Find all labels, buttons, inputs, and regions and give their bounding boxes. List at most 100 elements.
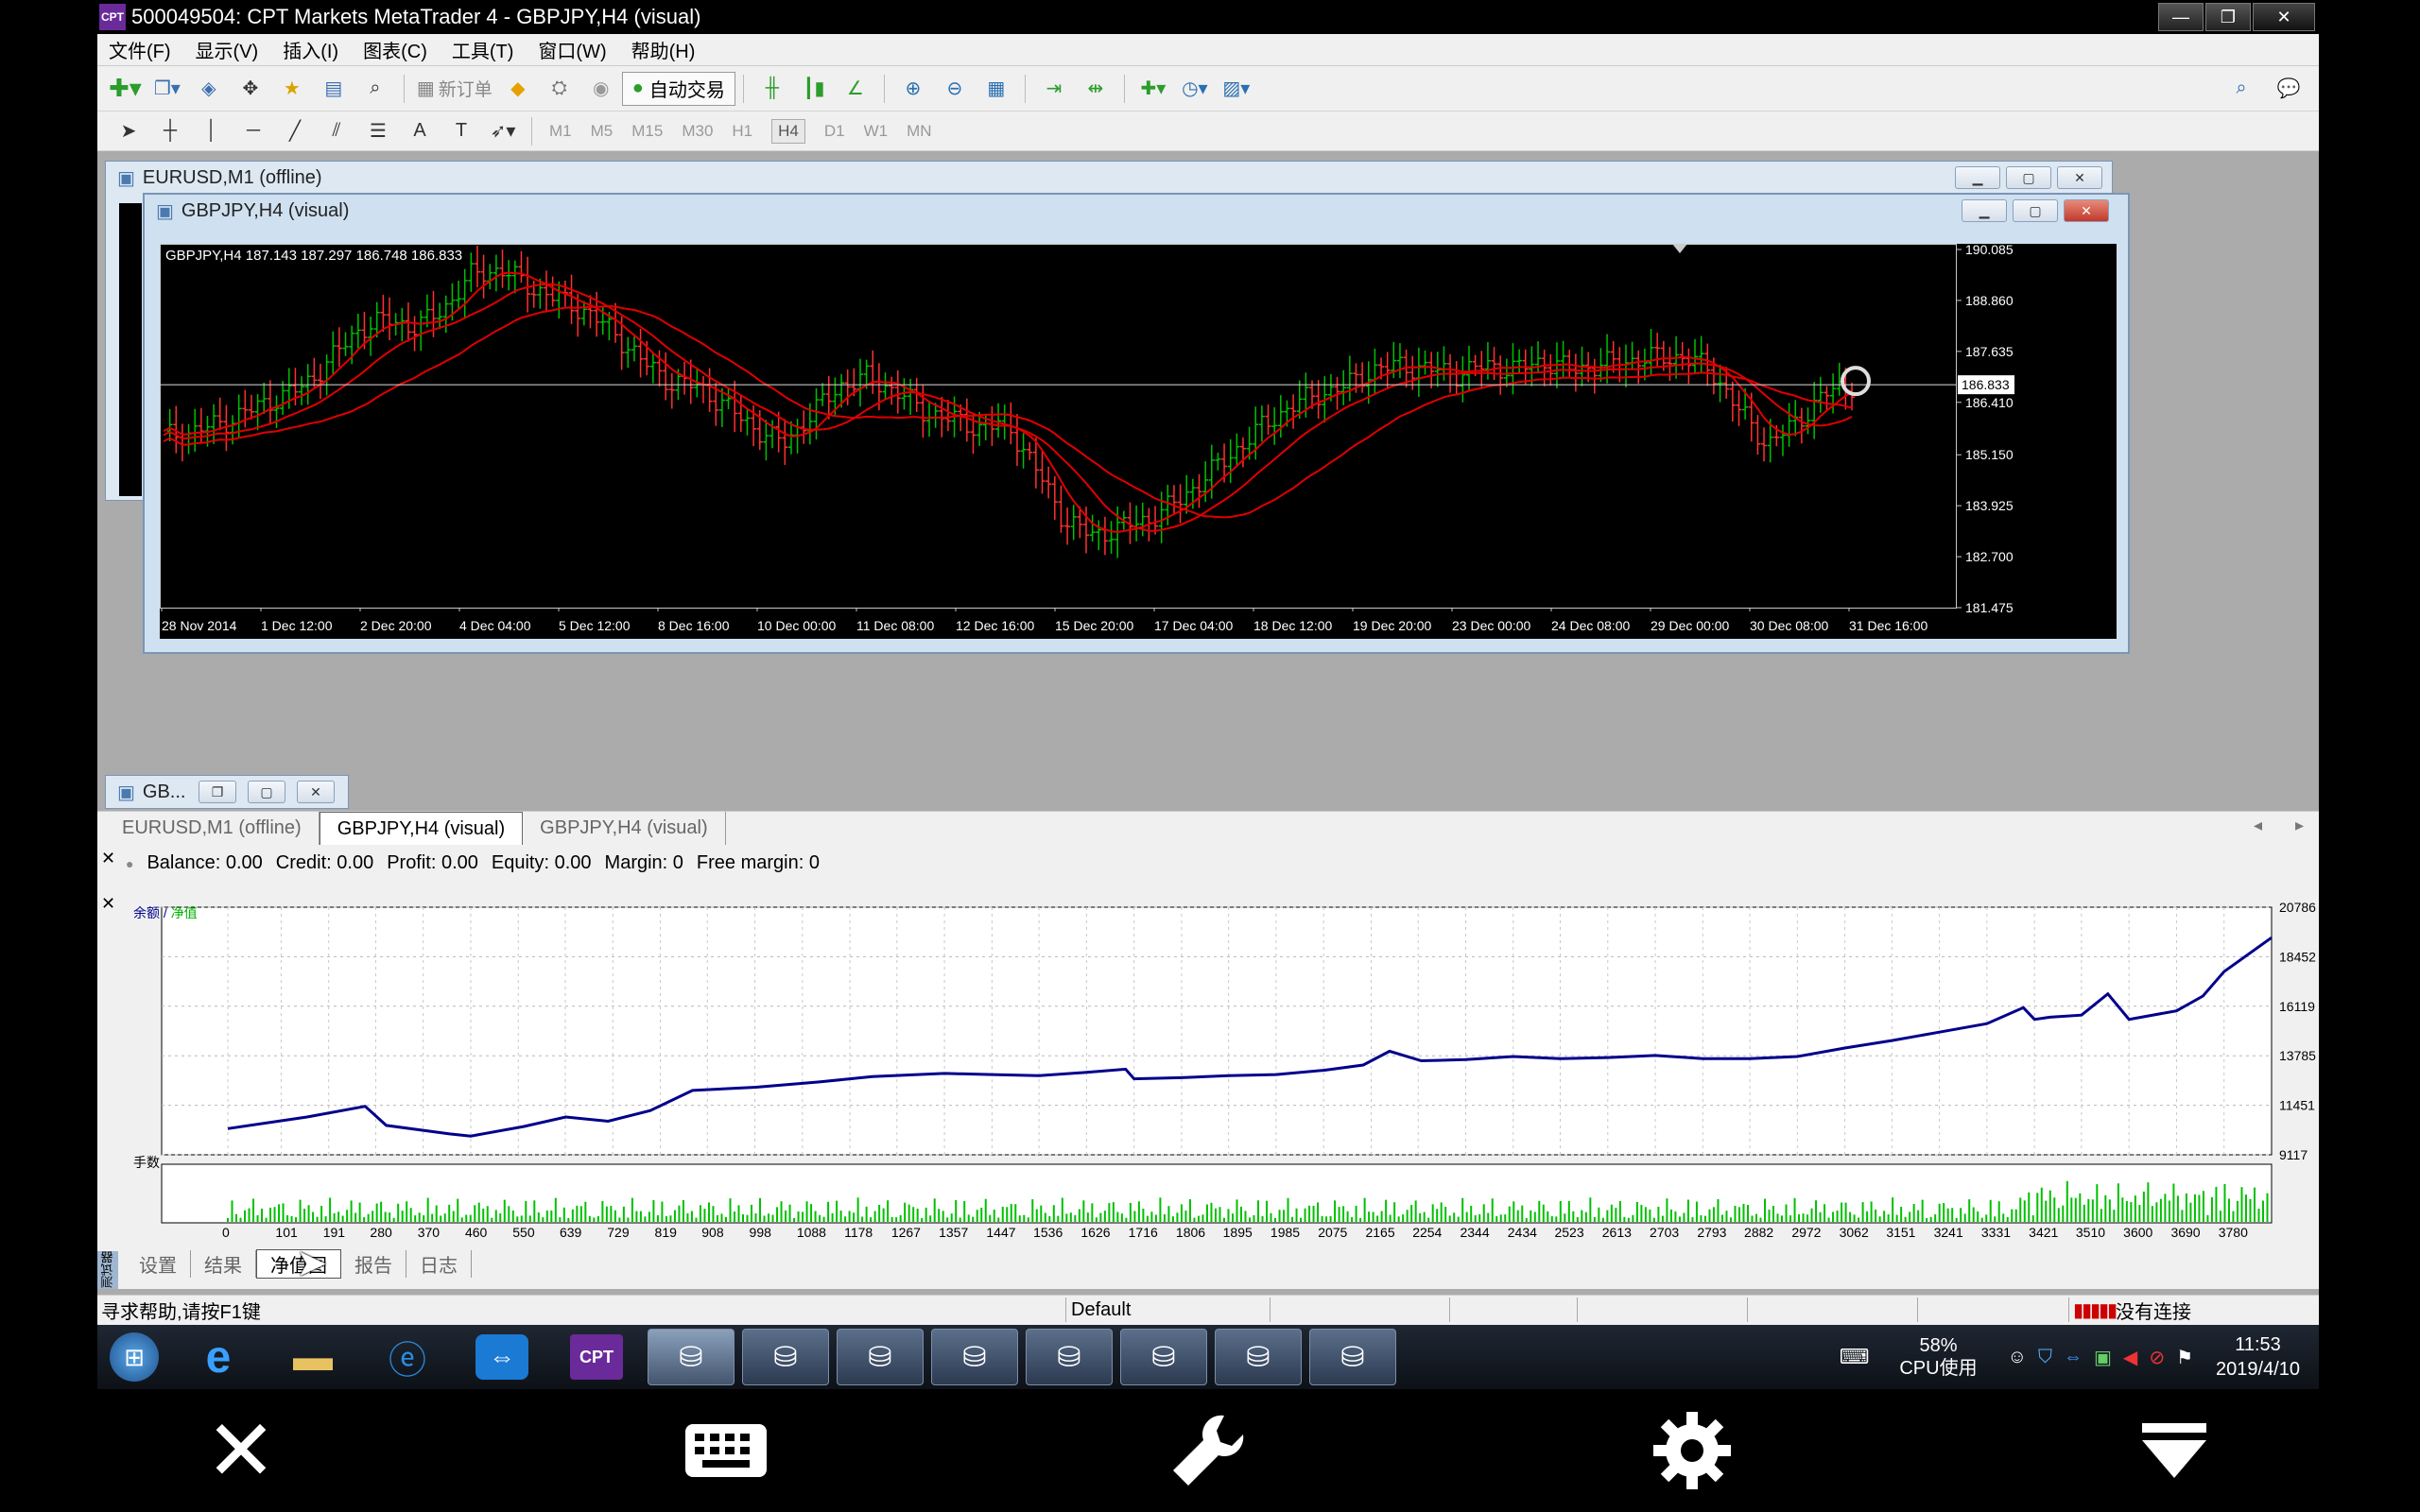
cpt-metatrader-icon[interactable]: CPT xyxy=(553,1329,640,1385)
arrows-icon[interactable]: ➶▾ xyxy=(487,115,519,147)
gbpjpy-minimize-button[interactable]: ▁ xyxy=(1962,199,2007,222)
taskbar-app-8[interactable]: ⛁ xyxy=(1309,1329,1396,1385)
gbpjpy-close-button[interactable]: ✕ xyxy=(2064,199,2109,222)
price-chart-area[interactable]: 190.085 188.860 187.635 186.410 185.150 183.9… xyxy=(160,244,2117,639)
menu-charts[interactable]: 图表(C) xyxy=(352,36,441,63)
status-profile[interactable]: Default xyxy=(1071,1299,1131,1321)
indicators-icon[interactable]: ✚▾ xyxy=(1137,73,1169,105)
taskbar-app-3[interactable]: ⛁ xyxy=(837,1329,924,1385)
taskbar-app-4[interactable]: ⛁ xyxy=(931,1329,1018,1385)
tab-scroll-right-icon[interactable]: ▸ xyxy=(2295,816,2304,835)
settings-gear-icon[interactable] xyxy=(1645,1408,1739,1493)
timeframe-h4[interactable]: H4 xyxy=(771,118,805,144)
clock[interactable]: 11:53 2019/4/10 xyxy=(2216,1332,2300,1382)
market-watch-icon[interactable]: ◈ xyxy=(193,73,225,105)
chart-shift-icon[interactable]: ⇹ xyxy=(1080,73,1112,105)
timeframe-d1[interactable]: D1 xyxy=(824,122,845,141)
tile-windows-icon[interactable]: ▦ xyxy=(980,73,1012,105)
close-session-icon[interactable]: ✕ xyxy=(194,1404,288,1499)
subtab-journal[interactable]: 日志 xyxy=(406,1249,472,1278)
line-chart-icon[interactable]: ∠ xyxy=(839,73,872,105)
terminal-icon[interactable]: ▤ xyxy=(318,73,350,105)
action-center-tray-icon[interactable]: ⚑ xyxy=(2176,1346,2193,1369)
data-window-icon[interactable]: ✥ xyxy=(234,73,267,105)
eurusd-close-button[interactable]: ✕ xyxy=(2057,166,2102,189)
timeframe-mn[interactable]: MN xyxy=(907,122,931,141)
teamviewer-tray-icon[interactable]: ⇔ xyxy=(2064,1347,2083,1368)
new-chart-icon[interactable]: ✚▾ xyxy=(109,73,142,105)
taskbar-app-7[interactable]: ⛁ xyxy=(1215,1329,1302,1385)
restore-button[interactable]: ❐ xyxy=(2205,3,2251,31)
hide-toolbar-icon[interactable] xyxy=(2127,1408,2221,1493)
menu-view[interactable]: 显示(V) xyxy=(184,36,272,63)
close-button[interactable]: ✕ xyxy=(2253,3,2315,31)
subtab-results[interactable]: 结果 xyxy=(191,1249,256,1278)
title-bar[interactable]: CPT 500049504: CPT Markets MetaTrader 4 … xyxy=(97,0,2319,34)
trendline-icon[interactable]: ╱ xyxy=(279,115,311,147)
search-icon[interactable]: ⌕ xyxy=(2225,73,2257,105)
taskbar-app-2[interactable]: ⛁ xyxy=(742,1329,829,1385)
zoom-out-icon[interactable]: ⊖ xyxy=(939,73,971,105)
new-order-button[interactable]: ▦ 新订单 xyxy=(417,73,493,105)
chart-tab-eurusd[interactable]: EURUSD,M1 (offline) xyxy=(105,812,320,845)
keyboard-icon[interactable] xyxy=(679,1408,773,1493)
candlestick-icon[interactable]: ┃▮ xyxy=(798,73,830,105)
crosshair-icon[interactable]: ┼ xyxy=(154,115,186,147)
chat-icon[interactable]: 💬 xyxy=(2273,73,2305,105)
ie-alt-icon[interactable]: ⓔ xyxy=(364,1329,451,1385)
equity-graph-svg[interactable]: 20786 18452 16119 13785 11451 9117 0 101 191 280 3… xyxy=(126,898,2319,1240)
tab-scroll-left-icon[interactable]: ◂ xyxy=(2254,816,2262,835)
gbpjpy-maximize-button[interactable]: ▢ xyxy=(2013,199,2058,222)
auto-scroll-icon[interactable]: ⇥ xyxy=(1038,73,1070,105)
equidistant-channel-icon[interactable]: ⫽ xyxy=(320,115,353,147)
start-button[interactable]: ⊞ xyxy=(101,1329,167,1385)
menu-insert[interactable]: 插入(I) xyxy=(271,36,352,63)
options-icon[interactable]: ⛭ xyxy=(544,73,576,105)
minimize-button[interactable]: — xyxy=(2158,3,2204,31)
menu-file[interactable]: 文件(F) xyxy=(97,36,184,63)
strategy-tester-icon[interactable]: ⌕ xyxy=(359,73,391,105)
eurusd-window-titlebar[interactable]: ▣ EURUSD,M1 (offline) xyxy=(106,162,2112,194)
text-icon[interactable]: A xyxy=(404,115,436,147)
bar-chart-icon[interactable]: ╫ xyxy=(756,73,788,105)
nvidia-tray-icon[interactable]: ▣ xyxy=(2094,1346,2112,1369)
minimized-restore-button[interactable]: ❐ xyxy=(199,781,236,803)
tools-wrench-icon[interactable] xyxy=(1161,1408,1255,1493)
taskbar-app-6[interactable]: ⛁ xyxy=(1120,1329,1207,1385)
eurusd-maximize-button[interactable]: ▢ xyxy=(2006,166,2051,189)
volume-tray-icon[interactable]: ◀ xyxy=(2123,1346,2137,1369)
chart-tab-gbpjpy-visual-2[interactable]: GBPJPY,H4 (visual) xyxy=(523,812,726,845)
subtab-settings[interactable]: 设置 xyxy=(126,1249,191,1278)
timeframe-w1[interactable]: W1 xyxy=(864,122,889,141)
teamviewer-icon[interactable]: ⇔ xyxy=(458,1329,545,1385)
price-chart-svg[interactable]: 190.085 188.860 187.635 186.410 185.150 183.9… xyxy=(160,244,2117,639)
minimized-maximize-button[interactable]: ▢ xyxy=(248,781,285,803)
zoom-in-icon[interactable]: ⊕ xyxy=(897,73,929,105)
gbpjpy-window-titlebar[interactable]: ▣ GBPJPY,H4 (visual) xyxy=(145,195,2128,227)
keyboard-tray-icon[interactable]: ⌨ xyxy=(1840,1345,1870,1369)
fibonacci-icon[interactable]: ☰ xyxy=(362,115,394,147)
tester-close-icon[interactable]: ✕ xyxy=(101,894,115,914)
timeframe-m30[interactable]: M30 xyxy=(682,122,713,141)
taskbar-app-5[interactable]: ⛁ xyxy=(1026,1329,1113,1385)
menu-help[interactable]: 帮助(H) xyxy=(620,36,709,63)
horizontal-line-icon[interactable]: ─ xyxy=(237,115,269,147)
chart-tab-gbpjpy-visual-1[interactable]: GBPJPY,H4 (visual) xyxy=(319,812,524,845)
taskbar-app-1[interactable]: ⛁ xyxy=(648,1329,735,1385)
user-tray-icon[interactable]: ☺ xyxy=(2008,1347,2027,1368)
vertical-line-icon[interactable]: │ xyxy=(196,115,228,147)
explorer-icon[interactable]: ▬ xyxy=(269,1329,356,1385)
network-tray-icon[interactable]: ⊘ xyxy=(2149,1346,2165,1369)
eurusd-chart-area[interactable] xyxy=(119,203,142,496)
eurusd-minimize-button[interactable]: ▁ xyxy=(1955,166,2000,189)
cursor-icon[interactable]: ➤ xyxy=(112,115,145,147)
gbpjpy-chart-window[interactable]: ▣ GBPJPY,H4 (visual) ▁ ▢ ✕ 190.085 188.86… xyxy=(143,193,2130,654)
minimized-chart-window[interactable]: ▣ GB... ❐ ▢ ✕ xyxy=(105,775,349,809)
shield-tray-icon[interactable]: ⛉ xyxy=(2038,1347,2052,1368)
timeframe-m1[interactable]: M1 xyxy=(549,122,572,141)
cpu-meter[interactable]: 58% CPU使用 xyxy=(1899,1334,1977,1380)
menu-tools[interactable]: 工具(T) xyxy=(441,36,527,63)
ie-icon[interactable]: e xyxy=(175,1329,262,1385)
autotrading-button[interactable]: ● 自动交易 xyxy=(621,71,735,106)
equity-graph[interactable]: 20786 18452 16119 13785 11451 9117 0 101 191 280 3… xyxy=(126,898,2319,1240)
